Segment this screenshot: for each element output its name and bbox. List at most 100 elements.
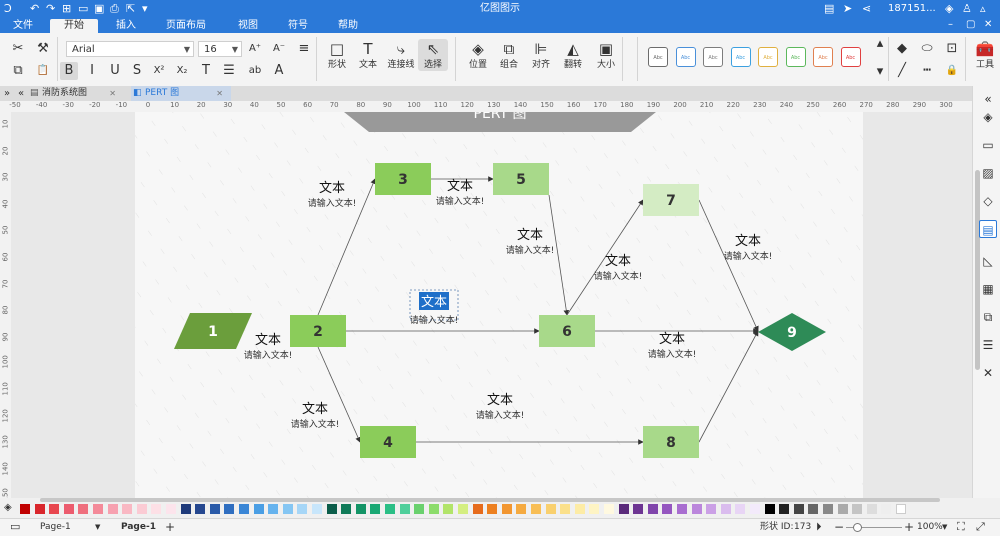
- color-swatch[interactable]: [253, 504, 264, 514]
- color-swatch[interactable]: [545, 504, 556, 514]
- group-tool[interactable]: ⧉ 组合: [494, 39, 524, 71]
- color-swatch[interactable]: [151, 504, 162, 514]
- cut-icon[interactable]: ✂: [9, 40, 27, 58]
- outline-panel-icon[interactable]: ☰: [979, 336, 997, 354]
- color-swatch[interactable]: [823, 504, 833, 514]
- color-swatch[interactable]: [750, 504, 760, 514]
- color-swatch[interactable]: [501, 504, 512, 514]
- chevron-down-icon[interactable]: ▼: [95, 519, 100, 535]
- fit-page-icon[interactable]: ⛶: [957, 519, 965, 535]
- color-swatch[interactable]: [808, 504, 819, 514]
- share-icon[interactable]: ⋖: [862, 2, 871, 16]
- user-name[interactable]: 187151...: [888, 2, 936, 16]
- color-swatch[interactable]: [78, 504, 89, 514]
- export-icon[interactable]: ⇱: [126, 2, 135, 16]
- color-swatch[interactable]: [633, 504, 644, 514]
- color-swatch[interactable]: [779, 504, 790, 514]
- close-icon[interactable]: ✕: [984, 18, 992, 32]
- menu-1[interactable]: 开始: [50, 19, 98, 33]
- style-panel-icon[interactable]: ▭: [979, 136, 997, 154]
- connector-tool[interactable]: ⤷ 连接线: [386, 39, 416, 71]
- close-tab-icon[interactable]: ✕: [109, 86, 116, 101]
- zoom-out-button[interactable]: −: [834, 519, 844, 535]
- maximize-icon[interactable]: ▢: [966, 18, 975, 32]
- shrink-font-icon[interactable]: A⁻: [270, 40, 288, 58]
- redo-icon[interactable]: ↷: [46, 2, 55, 16]
- color-swatch[interactable]: [428, 504, 439, 514]
- color-swatch[interactable]: [866, 504, 877, 514]
- fit-panel-icon[interactable]: ✕: [979, 364, 997, 382]
- dash-style-icon[interactable]: ┅: [918, 62, 936, 80]
- fullscreen-icon[interactable]: ⤢: [976, 519, 985, 535]
- color-swatch[interactable]: [837, 504, 848, 514]
- color-swatch[interactable]: [560, 504, 571, 514]
- color-swatch[interactable]: [122, 504, 133, 514]
- line-style-icon[interactable]: ╱: [893, 62, 911, 80]
- theme-icon[interactable]: ◈: [945, 2, 953, 16]
- text-highlight-icon[interactable]: ab: [246, 62, 264, 80]
- lock-icon[interactable]: 🔒: [943, 62, 961, 80]
- style-preset-4[interactable]: Abc: [758, 47, 778, 67]
- color-swatch[interactable]: [63, 504, 74, 514]
- menu-6[interactable]: 帮助: [328, 19, 368, 33]
- color-swatch[interactable]: [326, 504, 337, 514]
- page-panel-icon[interactable]: ▤: [979, 220, 997, 238]
- style-preset-2[interactable]: Abc: [703, 47, 723, 67]
- text-direction-icon[interactable]: T: [197, 62, 215, 80]
- font-family-select[interactable]: Arial ▼: [66, 41, 194, 57]
- node-2[interactable]: 2: [290, 315, 346, 347]
- select-tool[interactable]: ⇖ 选择: [418, 39, 448, 71]
- style-preset-5[interactable]: Abc: [785, 47, 806, 67]
- color-swatch[interactable]: [355, 504, 366, 514]
- node-3[interactable]: 3: [375, 163, 431, 195]
- color-swatch[interactable]: [180, 504, 191, 514]
- color-swatch[interactable]: [487, 504, 498, 514]
- collapse-library-icon[interactable]: «: [18, 86, 24, 101]
- color-swatch[interactable]: [20, 504, 30, 514]
- color-swatch[interactable]: [720, 504, 731, 514]
- document-tab-0[interactable]: ▤ 消防系统图 ✕: [28, 86, 124, 101]
- zoom-level[interactable]: 100%: [917, 519, 943, 535]
- text-tool[interactable]: T 文本: [353, 39, 383, 71]
- node-4[interactable]: 4: [360, 426, 416, 458]
- save-icon[interactable]: ▣: [94, 2, 104, 16]
- copy-icon[interactable]: ⧉: [9, 62, 27, 80]
- color-swatch[interactable]: [385, 504, 395, 514]
- superscript-icon[interactable]: X²: [150, 62, 168, 80]
- add-page-button[interactable]: +: [165, 519, 175, 535]
- distribute-tool[interactable]: ⊫ 对齐: [526, 39, 556, 71]
- color-swatch[interactable]: [297, 504, 308, 514]
- color-swatch[interactable]: [166, 504, 176, 514]
- style-preset-7[interactable]: Abc: [840, 47, 861, 67]
- color-swatch[interactable]: [706, 504, 717, 514]
- color-swatch[interactable]: [399, 504, 410, 514]
- chevron-down-icon[interactable]: ▼: [942, 519, 947, 535]
- color-swatch[interactable]: [793, 504, 804, 514]
- color-swatch[interactable]: [852, 504, 863, 514]
- close-tab-icon[interactable]: ✕: [216, 86, 223, 101]
- italic-icon[interactable]: I: [83, 62, 101, 80]
- node-8[interactable]: 8: [643, 426, 699, 458]
- style-preset-6[interactable]: Abc: [813, 47, 833, 67]
- crop-icon[interactable]: ⊡: [943, 40, 961, 58]
- print-icon[interactable]: ⎙: [110, 2, 119, 16]
- color-swatch[interactable]: [107, 504, 118, 514]
- chat-icon[interactable]: ▤: [824, 2, 834, 16]
- open-icon[interactable]: ▭: [78, 2, 88, 16]
- horizontal-scrollbar[interactable]: [40, 498, 940, 502]
- color-swatch[interactable]: [282, 504, 293, 514]
- position-tool[interactable]: ◈ 位置: [463, 39, 493, 71]
- color-swatch[interactable]: [49, 504, 60, 514]
- menu-5[interactable]: 符号: [278, 19, 318, 33]
- fill-icon[interactable]: ◆: [893, 40, 911, 58]
- diagram-title-banner[interactable]: PERT 图: [344, 112, 656, 132]
- color-swatch[interactable]: [881, 504, 892, 514]
- undo-icon[interactable]: ↶: [30, 2, 39, 16]
- color-swatch[interactable]: [604, 504, 614, 514]
- bold-icon[interactable]: B: [60, 62, 78, 80]
- color-swatch[interactable]: [341, 504, 352, 514]
- color-swatch[interactable]: [224, 504, 235, 514]
- color-swatch[interactable]: [516, 504, 527, 514]
- style-preset-0[interactable]: Abc: [648, 47, 668, 67]
- minimize-icon[interactable]: –: [948, 18, 953, 32]
